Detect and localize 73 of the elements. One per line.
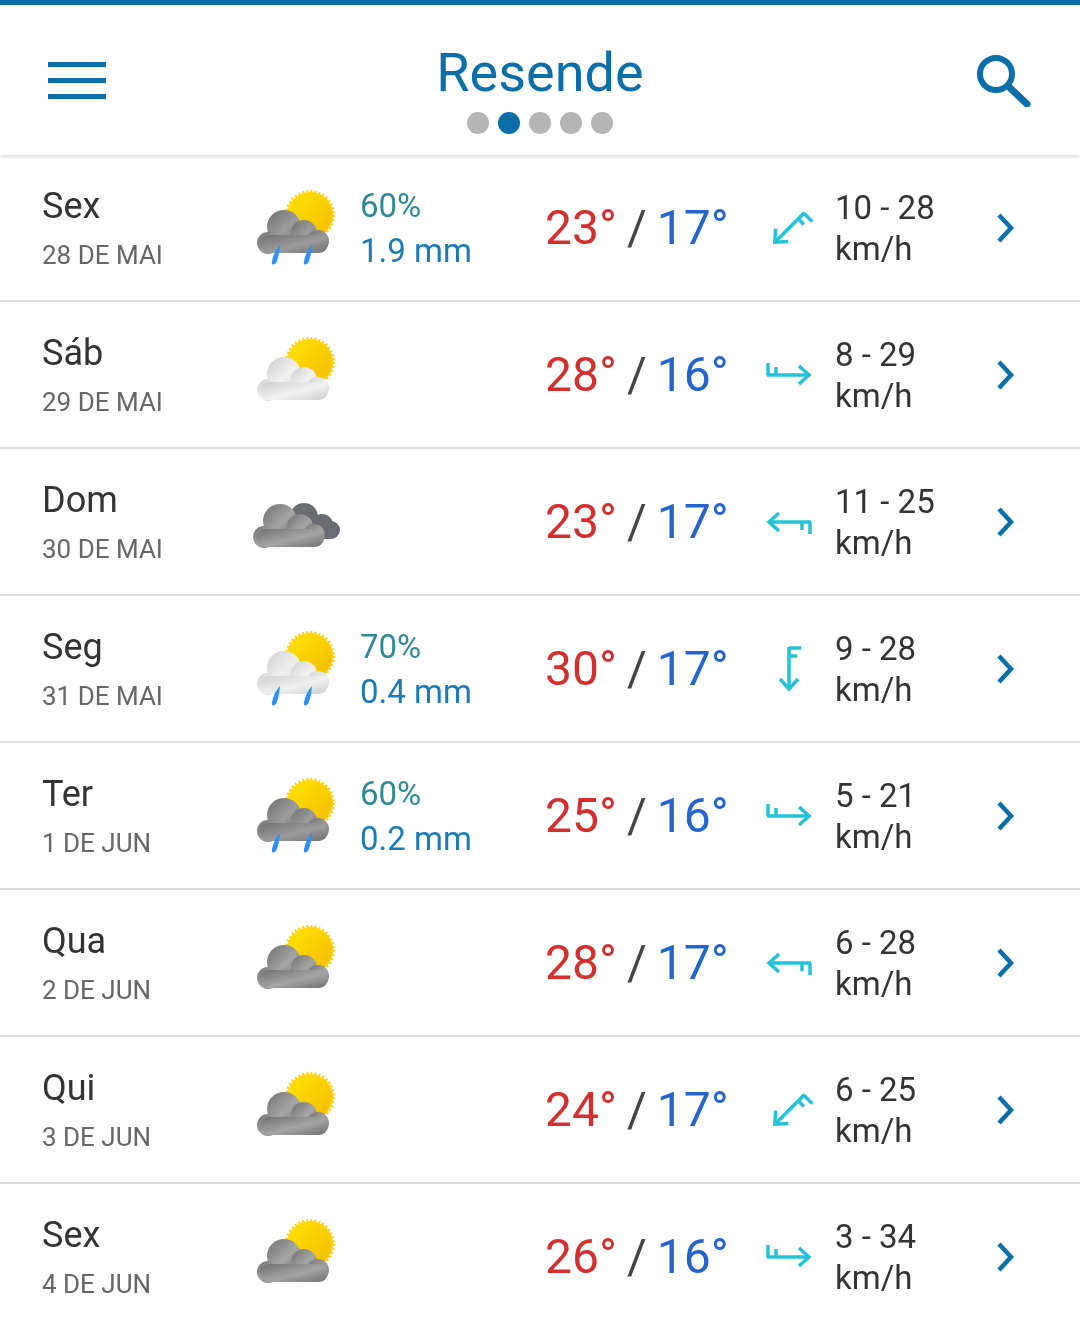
chevron-right-icon[interactable] (995, 211, 1015, 244)
wind-speed: 5 - 21 (835, 778, 918, 812)
temp-separator: / (626, 644, 647, 693)
max-temp: 26° (545, 1232, 617, 1281)
day-name: Qui (42, 1069, 97, 1106)
wind-unit: km/h (835, 1113, 914, 1147)
search-icon[interactable] (974, 53, 1032, 107)
wind-unit: km/h (835, 672, 914, 706)
min-temp: 17° (656, 644, 729, 693)
max-temp: 24° (545, 1085, 617, 1134)
wind-unit: km/h (835, 378, 914, 412)
temp-separator: / (626, 1232, 647, 1281)
day-name: Sáb (42, 334, 105, 371)
chevron-right-icon[interactable] (995, 505, 1015, 538)
wind-unit: km/h (835, 819, 914, 853)
chevron-right-icon[interactable] (995, 946, 1015, 979)
wind-speed: 11 - 25 (835, 484, 936, 518)
min-temp: 16° (656, 791, 729, 840)
day-name: Seg (42, 628, 104, 665)
rain-chance: 60% (360, 776, 423, 810)
min-temp: 17° (656, 203, 729, 252)
wind-speed: 6 - 28 (835, 925, 918, 959)
wind-speed: 8 - 29 (835, 337, 918, 371)
day-name: Sex (42, 1216, 102, 1253)
chevron-right-icon[interactable] (995, 652, 1015, 685)
max-temp: 23° (545, 203, 617, 252)
wind-unit: km/h (835, 231, 914, 265)
day-name: Qua (42, 922, 108, 959)
wind-speed: 3 - 34 (835, 1219, 918, 1253)
rain-amount: 1.9 mm (360, 233, 472, 267)
rain-amount: 0.4 mm (360, 674, 472, 708)
temp-separator: / (626, 203, 647, 252)
min-temp: 16° (656, 350, 729, 399)
min-temp: 17° (656, 938, 729, 987)
temp-separator: / (626, 938, 647, 987)
rain-chance: 70% (360, 629, 423, 663)
wind-speed: 9 - 28 (835, 631, 918, 665)
rain-amount: 0.2 mm (360, 821, 472, 855)
day-name: Ter (42, 775, 95, 812)
min-temp: 17° (656, 1085, 729, 1134)
wind-speed: 6 - 25 (835, 1072, 918, 1106)
day-date: 4 DE JUN (42, 1270, 153, 1297)
day-name: Sex (42, 187, 102, 224)
city-title: Resende (436, 46, 644, 100)
temp-separator: / (626, 350, 647, 399)
max-temp: 30° (545, 644, 617, 693)
rain-chance: 60% (360, 188, 423, 222)
chevron-right-icon[interactable] (995, 799, 1015, 832)
min-temp: 16° (656, 1232, 729, 1281)
day-date: 1 DE JUN (42, 829, 153, 856)
chevron-right-icon[interactable] (995, 358, 1015, 391)
day-date: 2 DE JUN (42, 976, 153, 1003)
temp-separator: / (626, 791, 647, 840)
temp-separator: / (626, 1085, 647, 1134)
temp-separator: / (626, 497, 647, 546)
day-name: Dom (42, 481, 119, 518)
menu-icon[interactable] (48, 60, 106, 100)
day-date: 30 DE MAI (42, 535, 164, 562)
day-date: 28 DE MAI (42, 241, 164, 268)
chevron-right-icon[interactable] (995, 1093, 1015, 1126)
min-temp: 17° (656, 497, 729, 546)
wind-speed: 10 - 28 (835, 190, 936, 224)
max-temp: 28° (545, 938, 617, 987)
chevron-right-icon[interactable] (995, 1240, 1015, 1273)
max-temp: 23° (545, 497, 617, 546)
day-date: 31 DE MAI (42, 682, 164, 709)
day-date: 3 DE JUN (42, 1123, 153, 1150)
wind-unit: km/h (835, 525, 914, 559)
max-temp: 25° (545, 791, 617, 840)
day-date: 29 DE MAI (42, 388, 164, 415)
max-temp: 28° (545, 350, 617, 399)
wind-unit: km/h (835, 1260, 914, 1294)
wind-unit: km/h (835, 966, 914, 1000)
